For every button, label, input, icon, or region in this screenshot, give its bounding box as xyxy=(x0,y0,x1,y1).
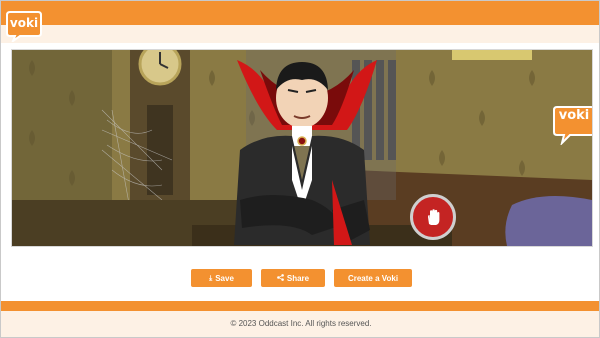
clock-window xyxy=(147,105,173,195)
copyright-text: © 2023 Oddcast Inc. All rights reserved. xyxy=(230,319,372,328)
create-voki-button[interactable]: Create a Voki xyxy=(334,269,412,287)
ghost-shape xyxy=(505,196,592,246)
stop-playback-button[interactable] xyxy=(410,194,456,240)
download-icon: ⤓ xyxy=(209,274,213,282)
save-button[interactable]: ⤓ Save xyxy=(191,269,252,287)
character-stage[interactable]: voki xyxy=(11,49,593,247)
voki-logo-text: voki xyxy=(9,16,39,30)
stage-voki-logo-text: voki xyxy=(558,108,590,123)
picture-frame xyxy=(452,50,532,60)
action-buttons: ⤓ Save Share Create a Voki xyxy=(1,269,600,287)
stage-scene xyxy=(12,50,592,246)
share-icon xyxy=(277,273,284,283)
footer-bar xyxy=(1,301,599,311)
top-header-bar xyxy=(1,1,599,25)
save-button-label: Save xyxy=(215,273,234,283)
stage-voki-logo: voki xyxy=(552,105,592,145)
share-button[interactable]: Share xyxy=(261,269,325,287)
voki-logo[interactable]: voki xyxy=(6,10,42,44)
hand-stop-icon xyxy=(428,209,440,225)
create-voki-button-label: Create a Voki xyxy=(347,273,399,283)
top-header-strip xyxy=(1,25,599,43)
voki-player-frame: voki voki ⤓ Save Share Create a Voki © 2… xyxy=(0,0,600,338)
share-button-label: Share xyxy=(286,273,310,283)
